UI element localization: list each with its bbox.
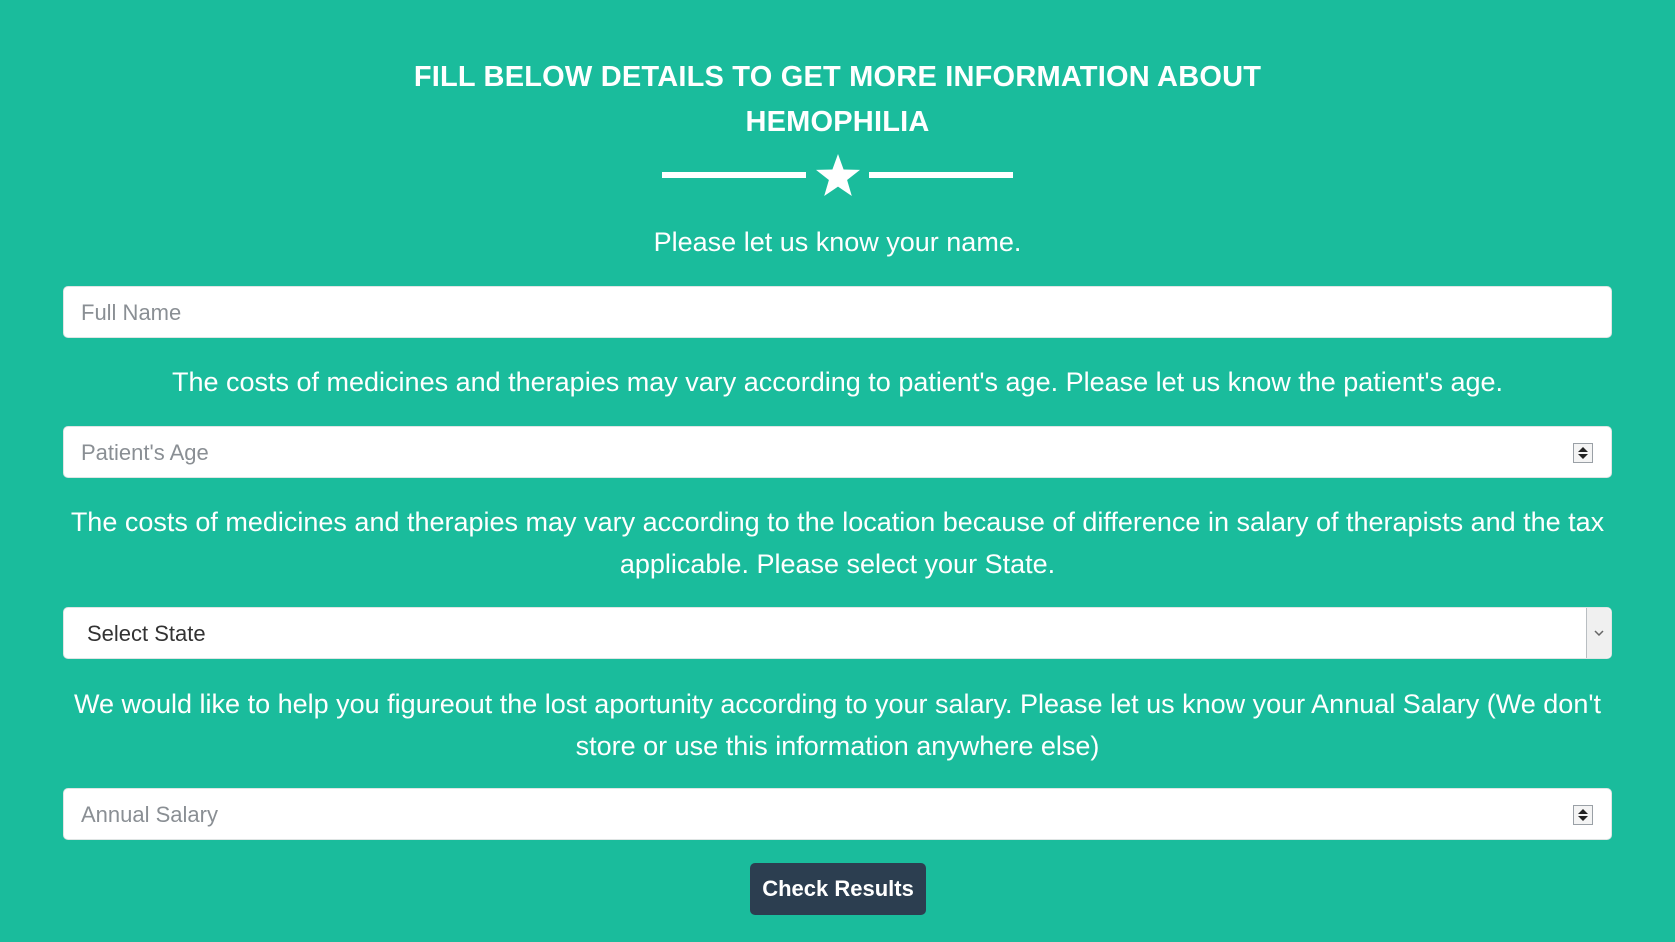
- annual-salary-placeholder: Annual Salary: [81, 802, 218, 827]
- stepper-down-icon[interactable]: [1578, 816, 1588, 821]
- stepper-down-icon[interactable]: [1578, 454, 1588, 459]
- stepper-up-icon[interactable]: [1578, 447, 1588, 452]
- salary-stepper[interactable]: [1573, 805, 1593, 825]
- divider-line-right: [869, 172, 1013, 178]
- patient-age-placeholder: Patient's Age: [81, 440, 209, 465]
- page-title-line-1: FILL BELOW DETAILS TO GET MORE INFORMATI…: [413, 61, 1262, 93]
- stepper-up-icon[interactable]: [1578, 809, 1588, 814]
- divider-line-left: [662, 172, 806, 178]
- page-title: FILL BELOW DETAILS TO GET MORE INFORMATI…: [0, 55, 1675, 145]
- state-select-value: Select State: [87, 621, 206, 646]
- chevron-down-icon: [1594, 630, 1604, 637]
- full-name-placeholder: Full Name: [81, 300, 182, 325]
- state-prompt: The costs of medicines and therapies may…: [70, 507, 1605, 579]
- age-prompt: The costs of medicines and therapies may…: [171, 367, 1504, 397]
- title-divider: [662, 152, 1014, 200]
- annual-salary-input[interactable]: Annual Salary: [63, 788, 1612, 840]
- page-title-line-2: HEMOPHILIA: [745, 106, 930, 138]
- salary-prompt: We would like to help you figureout the …: [74, 689, 1601, 761]
- age-stepper[interactable]: [1573, 443, 1593, 463]
- hemophilia-form-page: FILL BELOW DETAILS TO GET MORE INFORMATI…: [0, 0, 1675, 942]
- state-select[interactable]: Select State: [63, 607, 1612, 659]
- star-icon: [816, 154, 860, 196]
- check-results-button[interactable]: Check Results: [750, 863, 926, 915]
- state-select-toggle[interactable]: [1586, 608, 1611, 658]
- patient-age-input[interactable]: Patient's Age: [63, 426, 1612, 478]
- name-prompt: Please let us know your name.: [653, 227, 1022, 257]
- full-name-input[interactable]: Full Name: [63, 286, 1612, 338]
